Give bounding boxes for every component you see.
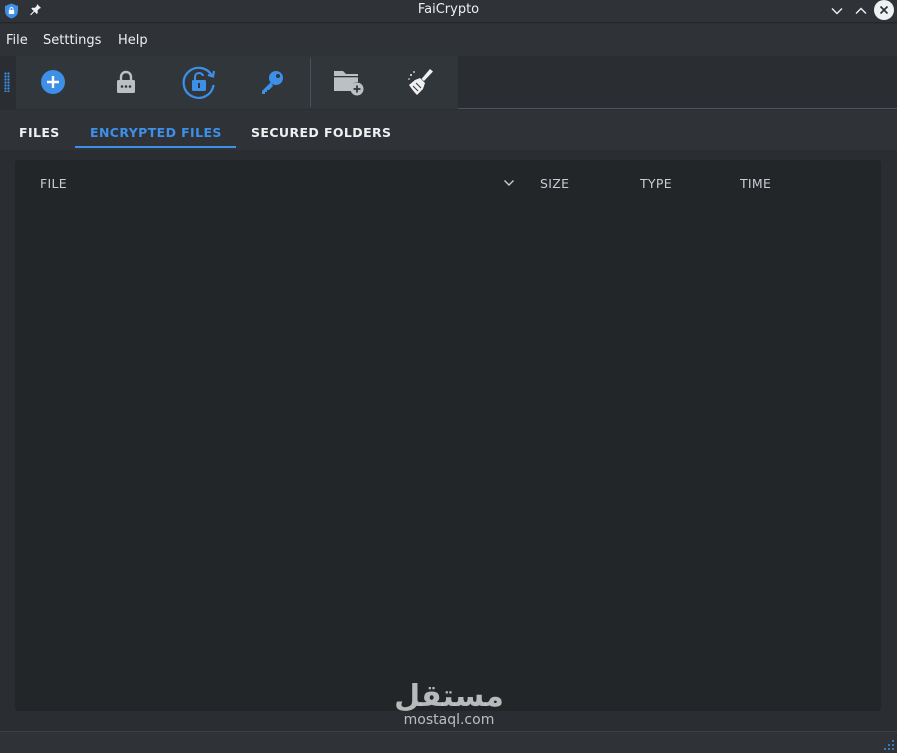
decrypt-button[interactable] [179,62,219,102]
maximize-button[interactable] [851,1,871,21]
chevron-down-icon[interactable] [502,176,516,190]
add-file-icon [41,70,65,94]
status-bar-border [0,731,897,732]
watermark-logo: مستقل mostaql.com [393,679,505,729]
column-header-type[interactable]: TYPE [640,176,672,191]
resize-grip-icon[interactable] [883,739,895,751]
active-tab-indicator [75,146,236,148]
window-title: FaiCrypto [417,2,480,17]
add-folder-button[interactable] [328,62,368,102]
tab-bar: FILES ENCRYPTED FILES SECURED FOLDERS [0,110,897,150]
clean-button[interactable] [401,62,441,102]
tab-secured-folders[interactable]: SECURED FOLDERS [251,125,391,140]
status-bar [0,731,897,753]
column-header-file[interactable]: FILE [40,176,67,191]
tab-files[interactable]: FILES [19,125,60,140]
column-header-size[interactable]: SIZE [540,176,569,191]
encrypt-button[interactable] [106,62,146,102]
decrypt-refresh-icon [182,66,216,99]
toolbar-background [16,56,458,109]
title-bar: FaiCrypto [0,0,897,23]
tab-encrypted-files[interactable]: ENCRYPTED FILES [90,125,222,140]
watermark-latin-text: mostaql.com [403,712,495,728]
key-icon [262,71,283,94]
close-icon [879,5,889,15]
column-header-time[interactable]: TIME [740,176,771,191]
toolbar [0,56,897,109]
close-button[interactable] [874,0,894,20]
file-table[interactable]: FILE SIZE TYPE TIME [15,160,881,711]
key-button[interactable] [252,62,292,102]
menu-settings[interactable]: Setttings [43,33,101,48]
menu-help[interactable]: Help [118,33,148,48]
add-file-button[interactable] [33,62,73,102]
watermark-arabic-text: مستقل [394,679,504,714]
toolbar-separator [310,58,311,107]
menu-file[interactable]: File [6,33,28,48]
clean-broom-icon [408,69,433,95]
minimize-icon [831,8,843,15]
maximize-icon [855,7,867,14]
minimize-button[interactable] [827,1,847,21]
toolbar-grip-handle[interactable] [4,72,10,92]
toolbar-divider-line [458,108,897,109]
add-folder-icon [334,71,364,96]
lock-icon [117,70,135,93]
menu-bar: File Setttings Help [0,24,897,56]
